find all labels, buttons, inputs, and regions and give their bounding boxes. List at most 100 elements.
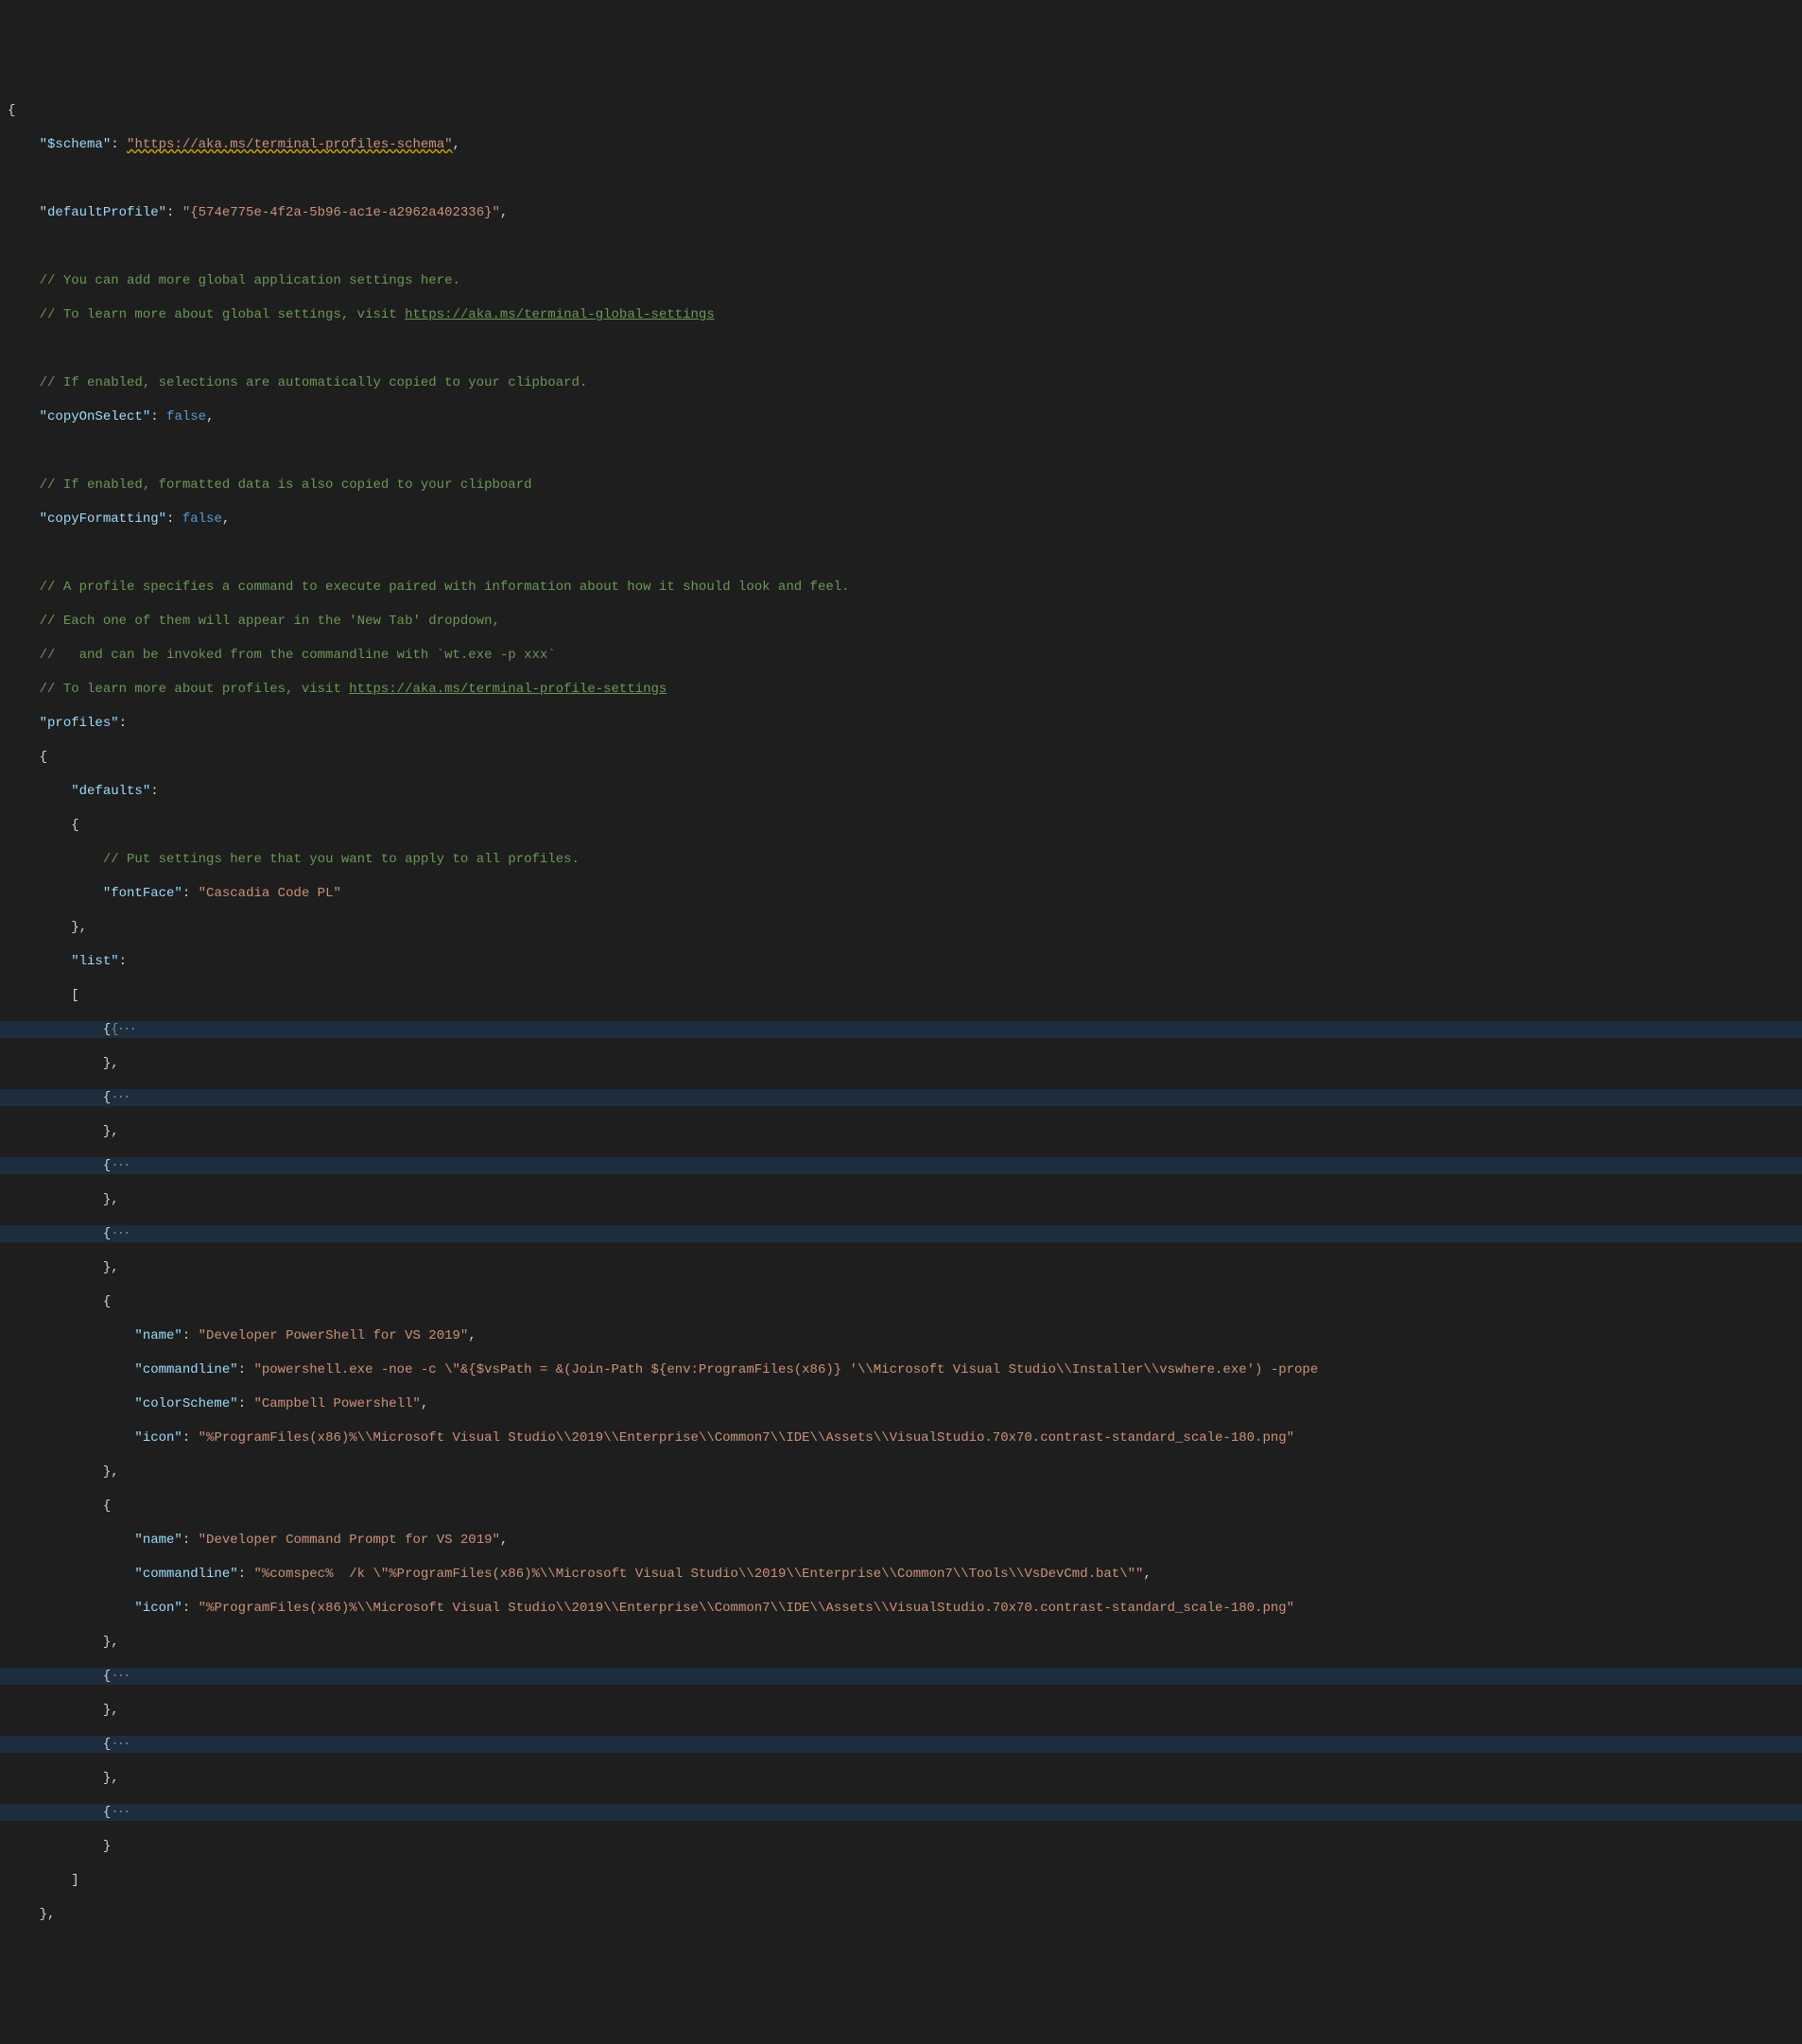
json-value-fontface: "Cascadia Code PL" [199, 886, 341, 901]
json-key-schema: "$schema" [40, 137, 112, 152]
json-key-colorscheme: "colorScheme" [134, 1396, 237, 1412]
blank-line [0, 238, 1802, 255]
code-line: { [0, 817, 1802, 834]
json-value-schema-url[interactable]: "https://aka.ms/terminal-profiles-schema… [127, 137, 452, 152]
code-line: "icon": "%ProgramFiles(x86)%\\Microsoft … [0, 1429, 1802, 1446]
json-key-defaults: "defaults" [71, 784, 150, 799]
comment: // If enabled, formatted data is also co… [40, 477, 532, 493]
code-line: ] [0, 1872, 1802, 1889]
folded-region[interactable]: {··· [0, 1668, 1802, 1685]
code-line: "name": "Developer Command Prompt for VS… [0, 1532, 1802, 1549]
code-line: // To learn more about profiles, visit h… [0, 681, 1802, 698]
code-line: // To learn more about global settings, … [0, 306, 1802, 323]
comment-link-profile-settings[interactable]: https://aka.ms/terminal-profile-settings [349, 682, 667, 697]
json-key-icon: "icon" [134, 1430, 182, 1446]
json-value-commandline: "powershell.exe -noe -c \"&{$vsPath = &(… [253, 1362, 1318, 1377]
json-key-defaultprofile: "defaultProfile" [40, 205, 166, 220]
blank-line [0, 170, 1802, 187]
code-line: }, [0, 1770, 1802, 1787]
json-value-defaultprofile: "{574e775e-4f2a-5b96-ac1e-a2962a402336}" [182, 205, 500, 220]
comment: // A profile specifies a command to exec… [40, 580, 850, 595]
code-line: "list": [0, 953, 1802, 970]
json-key-list: "list" [71, 954, 118, 969]
code-line: "profiles": [0, 715, 1802, 732]
code-line: "defaults": [0, 783, 1802, 800]
code-line: // Put settings here that you want to ap… [0, 851, 1802, 868]
blank-line [0, 545, 1802, 562]
comment: // You can add more global application s… [40, 273, 460, 288]
code-line: "copyOnSelect": false, [0, 408, 1802, 425]
json-key-profiles: "profiles" [40, 716, 119, 731]
fold-ellipsis-icon: ··· [111, 1158, 129, 1173]
fold-ellipsis-icon: ··· [111, 1226, 129, 1241]
comment: // To learn more about profiles, visit h… [40, 682, 667, 697]
json-value-false: false [182, 511, 222, 527]
code-line: // A profile specifies a command to exec… [0, 579, 1802, 596]
fold-ellipsis-icon: ··· [111, 1805, 129, 1820]
fold-ellipsis-icon: ··· [111, 1669, 129, 1684]
comment: // Put settings here that you want to ap… [103, 852, 580, 867]
fold-ellipsis-icon: {··· [111, 1022, 135, 1037]
code-line: }, [0, 1055, 1802, 1072]
code-line: }, [0, 1634, 1802, 1651]
code-line: "defaultProfile": "{574e775e-4f2a-5b96-a… [0, 204, 1802, 221]
code-line: "name": "Developer PowerShell for VS 201… [0, 1327, 1802, 1344]
folded-region[interactable]: {··· [0, 1804, 1802, 1821]
json-value-commandline: "%comspec% /k \"%ProgramFiles(x86)%\\Mic… [253, 1567, 1143, 1582]
code-line: "fontFace": "Cascadia Code PL" [0, 885, 1802, 902]
blank-line [0, 340, 1802, 357]
code-line: // If enabled, formatted data is also co… [0, 476, 1802, 494]
code-line: // You can add more global application s… [0, 272, 1802, 289]
json-key-fontface: "fontFace" [103, 886, 182, 901]
code-line: [ [0, 987, 1802, 1004]
json-key-name: "name" [134, 1328, 182, 1343]
code-editor-pane[interactable]: { "$schema": "https://aka.ms/terminal-pr… [0, 85, 1802, 1959]
comment: // To learn more about global settings, … [40, 307, 715, 322]
comment-link-global-settings[interactable]: https://aka.ms/terminal-global-settings [405, 307, 715, 322]
json-value-colorscheme: "Campbell Powershell" [253, 1396, 420, 1412]
json-key-name: "name" [134, 1533, 182, 1548]
json-key-commandline: "commandline" [134, 1567, 237, 1582]
code-line: }, [0, 1191, 1802, 1208]
json-key-icon: "icon" [134, 1601, 182, 1616]
fold-ellipsis-icon: ··· [111, 1090, 129, 1105]
json-value-icon: "%ProgramFiles(x86)%\\Microsoft Visual S… [199, 1430, 1294, 1446]
code-line: "commandline": "powershell.exe -noe -c \… [0, 1361, 1802, 1378]
blank-line [0, 442, 1802, 459]
code-line: { [0, 1293, 1802, 1310]
comment: // and can be invoked from the commandli… [40, 648, 556, 663]
json-value-profile-name: "Developer PowerShell for VS 2019" [199, 1328, 469, 1343]
code-line: "$schema": "https://aka.ms/terminal-prof… [0, 136, 1802, 153]
code-line: "icon": "%ProgramFiles(x86)%\\Microsoft … [0, 1600, 1802, 1617]
comment: // Each one of them will appear in the '… [40, 614, 500, 629]
code-line: // and can be invoked from the commandli… [0, 647, 1802, 664]
code-line: // If enabled, selections are automatica… [0, 374, 1802, 391]
json-key-copyonselect: "copyOnSelect" [40, 409, 151, 424]
code-line: "colorScheme": "Campbell Powershell", [0, 1395, 1802, 1412]
json-key-copyformatting: "copyFormatting" [40, 511, 166, 527]
json-value-false: false [166, 409, 206, 424]
code-line: }, [0, 1702, 1802, 1719]
folded-region[interactable]: {··· [0, 1157, 1802, 1174]
code-line: }, [0, 1906, 1802, 1923]
folded-region[interactable]: {··· [0, 1736, 1802, 1753]
code-line: }, [0, 1259, 1802, 1276]
json-value-icon: "%ProgramFiles(x86)%\\Microsoft Visual S… [199, 1601, 1294, 1616]
code-line: }, [0, 1123, 1802, 1140]
code-line: { [0, 1498, 1802, 1515]
code-line: "copyFormatting": false, [0, 511, 1802, 528]
fold-ellipsis-icon: ··· [111, 1737, 129, 1752]
code-line: } [0, 1838, 1802, 1855]
folded-region[interactable]: {··· [0, 1225, 1802, 1242]
comment: // If enabled, selections are automatica… [40, 375, 588, 390]
code-line: { [0, 749, 1802, 766]
brace-open: { [8, 103, 15, 118]
json-value-profile-name: "Developer Command Prompt for VS 2019" [199, 1533, 500, 1548]
code-line: { [0, 102, 1802, 119]
code-line: // Each one of them will appear in the '… [0, 613, 1802, 630]
code-line: }, [0, 1464, 1802, 1481]
code-line: }, [0, 919, 1802, 936]
folded-region[interactable]: {{··· [0, 1021, 1802, 1038]
folded-region[interactable]: {··· [0, 1089, 1802, 1106]
code-line: "commandline": "%comspec% /k \"%ProgramF… [0, 1566, 1802, 1583]
